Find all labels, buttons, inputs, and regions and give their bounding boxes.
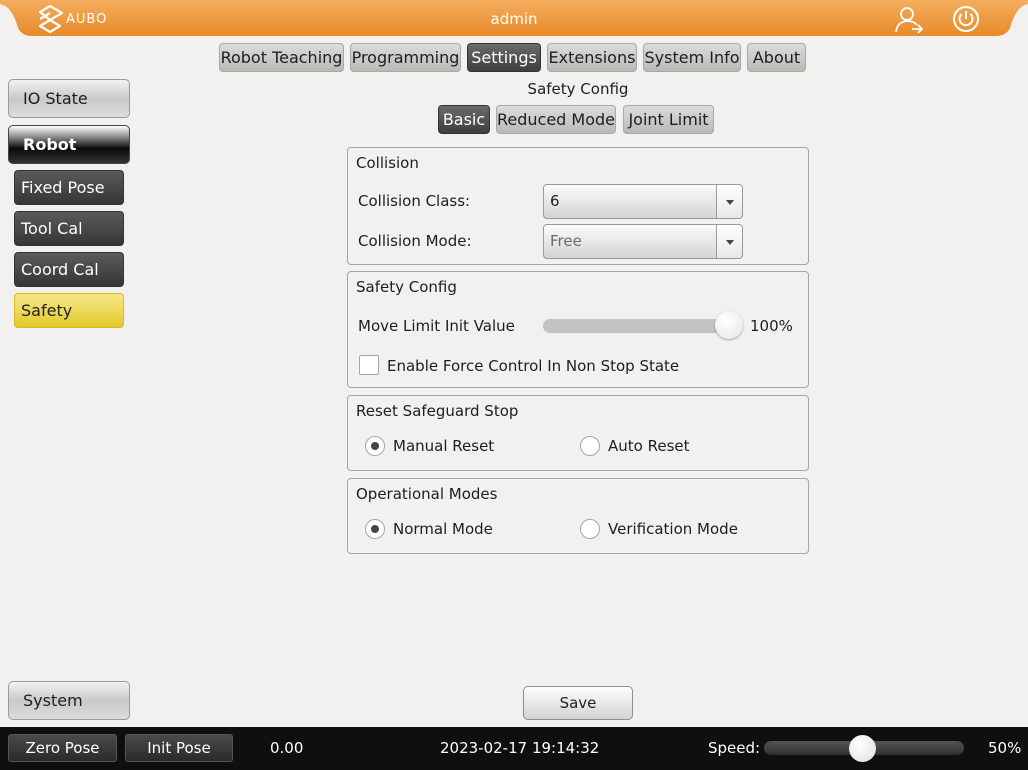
normal-mode-radio[interactable] [365,519,385,539]
collision-class-label: Collision Class: [358,192,471,210]
speed-value: 50% [988,739,1022,757]
nav-io-state[interactable]: IO State [8,79,130,118]
move-limit-slider[interactable] [543,319,733,333]
zero-pose-button[interactable]: Zero Pose [8,734,117,762]
collision-mode-label: Collision Mode: [358,232,472,250]
verification-mode-radio[interactable] [580,519,600,539]
move-limit-value: 100% [750,317,793,335]
reset-safeguard-group: Reset Safeguard Stop Manual Reset Auto R… [347,395,809,471]
tab-settings[interactable]: Settings [467,43,541,72]
nav-robot[interactable]: Robot [8,125,130,164]
datetime: 2023-02-17 19:14:32 [440,739,600,757]
manual-reset-radio[interactable] [365,436,385,456]
chevron-down-icon [716,225,742,258]
speed-label: Speed: [708,739,761,757]
subtab-joint-limit[interactable]: Joint Limit [623,105,714,134]
current-user: admin [490,10,538,28]
force-control-checkbox[interactable] [359,355,379,375]
subtab-reduced-mode[interactable]: Reduced Mode [496,105,616,134]
collision-class-select[interactable]: 6 [543,184,743,219]
nav-item-tool-cal[interactable]: Tool Cal [14,211,124,246]
power-icon[interactable] [952,5,980,33]
nav-system[interactable]: System [8,681,130,720]
force-control-label: Enable Force Control In Non Stop State [387,357,680,375]
user-switch-icon[interactable] [894,4,924,34]
verification-mode-label: Verification Mode [608,520,738,538]
move-limit-label: Move Limit Init Value [358,317,515,335]
safety-config-group-title: Safety Config [356,278,457,296]
collision-group-title: Collision [356,154,419,172]
normal-mode-label: Normal Mode [393,520,493,538]
nav-item-coord-cal[interactable]: Coord Cal [14,252,124,287]
safety-config-group: Safety Config Move Limit Init Value 100%… [347,271,809,388]
reset-safeguard-group-title: Reset Safeguard Stop [356,402,519,420]
manual-reset-label: Manual Reset [393,437,495,455]
tab-extensions[interactable]: Extensions [547,43,637,72]
auto-reset-radio[interactable] [580,436,600,456]
subtab-basic[interactable]: Basic [438,105,490,134]
position-readout: 0.00 [270,739,304,757]
save-button[interactable]: Save [523,686,633,720]
page-title: Safety Config [527,80,629,98]
operational-modes-group: Operational Modes Normal Mode Verificati… [347,478,809,554]
auto-reset-label: Auto Reset [608,437,690,455]
tab-about[interactable]: About [747,43,806,72]
tab-system-info[interactable]: System Info [643,43,741,72]
speed-slider-handle[interactable] [849,735,876,762]
collision-mode-value: Free [550,232,582,250]
collision-class-value: 6 [550,192,560,210]
collision-group: Collision Collision Class: 6 Collision M… [347,147,809,265]
init-pose-button[interactable]: Init Pose [125,734,233,762]
top-bar: AUBO admin [0,0,1028,36]
collision-mode-select[interactable]: Free [543,224,743,259]
bottom-bar: Zero Pose Init Pose 0.00 2023-02-17 19:1… [0,727,1028,770]
move-limit-slider-handle[interactable] [715,311,743,339]
tab-programming[interactable]: Programming [350,43,461,72]
tab-robot-teaching[interactable]: Robot Teaching [219,43,344,72]
operational-modes-group-title: Operational Modes [356,485,498,503]
nav-item-safety[interactable]: Safety [14,293,124,328]
chevron-down-icon [716,185,742,218]
nav-item-fixed-pose[interactable]: Fixed Pose [14,170,124,205]
